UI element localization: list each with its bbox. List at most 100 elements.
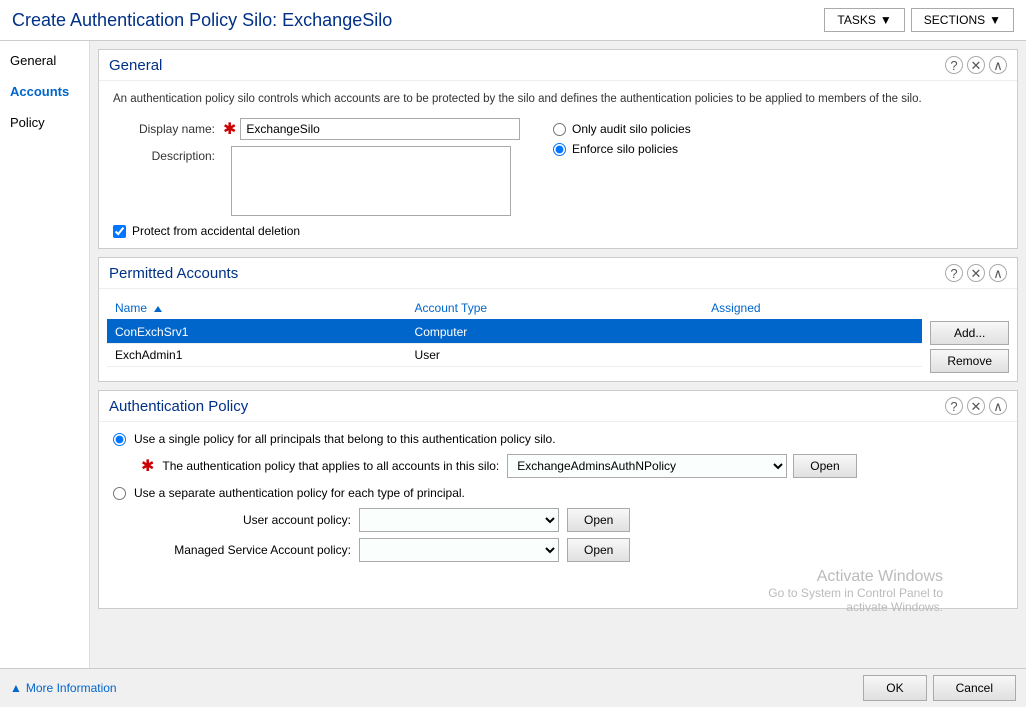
general-close-button[interactable]: ✕ [967, 56, 985, 74]
general-form-area: Display name: ✱ Description: Protect fro… [113, 118, 1003, 238]
main-content: General Accounts Policy General ? ✕ ∧ An… [0, 41, 1026, 668]
radio-enforce-row: Enforce silo policies [553, 142, 1003, 156]
general-right-col: Only audit silo policies Enforce silo po… [533, 118, 1003, 156]
accounts-help-button[interactable]: ? [945, 264, 963, 282]
auth-collapse-button[interactable]: ∧ [989, 397, 1007, 415]
accounts-table-wrap: Name Account Type Assigned [107, 297, 922, 373]
required-star-display: ✱ [223, 119, 236, 139]
auth-star: ✱ [141, 456, 154, 476]
auth-policy-title: Authentication Policy [109, 398, 248, 415]
tasks-dropdown-icon: ▼ [880, 13, 892, 27]
radio-enforce[interactable] [553, 143, 566, 156]
watermark-body: Go to System in Control Panel toactivate… [768, 586, 943, 614]
add-account-button[interactable]: Add... [930, 321, 1009, 345]
more-info-link[interactable]: ▲ More Information [10, 681, 117, 695]
auth-policy-controls: ? ✕ ∧ [945, 397, 1007, 415]
cancel-button[interactable]: Cancel [933, 675, 1016, 701]
user-policy-dropdown[interactable] [359, 508, 559, 532]
radio-audit-row: Only audit silo policies [553, 122, 1003, 136]
sidebar: General Accounts Policy [0, 41, 90, 668]
user-policy-label: User account policy: [141, 513, 351, 527]
accounts-table: Name Account Type Assigned [107, 297, 922, 367]
title-bar: Create Authentication Policy Silo: Excha… [0, 0, 1026, 41]
general-info-text: An authentication policy silo controls w… [113, 91, 1003, 108]
auth-policy-dropdown[interactable]: ExchangeAdminsAuthNPolicy [507, 454, 787, 478]
display-name-row: Display name: ✱ [113, 118, 533, 140]
general-section: General ? ✕ ∧ An authentication policy s… [98, 49, 1018, 249]
general-collapse-button[interactable]: ∧ [989, 56, 1007, 74]
accounts-collapse-button[interactable]: ∧ [989, 264, 1007, 282]
radio-audit-label: Only audit silo policies [572, 122, 691, 136]
accounts-action-buttons: Add... Remove [930, 297, 1009, 373]
permitted-accounts-section: Permitted Accounts ? ✕ ∧ Name [98, 257, 1018, 382]
policy-radio-group: Only audit silo policies Enforce silo po… [553, 122, 1003, 156]
watermark: Activate Windows Go to System in Control… [768, 568, 943, 614]
watermark-title: Activate Windows [768, 568, 943, 586]
managed-policy-label: Managed Service Account policy: [141, 543, 351, 557]
auth-help-button[interactable]: ? [945, 397, 963, 415]
managed-policy-dropdown[interactable] [359, 538, 559, 562]
sidebar-item-accounts[interactable]: Accounts [0, 76, 89, 107]
permitted-accounts-title: Permitted Accounts [109, 265, 238, 282]
auth-policy-dropdown-row: ✱ The authentication policy that applies… [141, 454, 1003, 478]
user-policy-open-button[interactable]: Open [567, 508, 630, 532]
table-row[interactable]: ConExchSrv1 Computer [107, 320, 922, 344]
single-policy-row: Use a single policy for all principals t… [113, 432, 1003, 446]
col-assigned[interactable]: Assigned [703, 297, 922, 320]
user-policy-row: User account policy: Open [141, 508, 1003, 532]
auth-policy-header: Authentication Policy ? ✕ ∧ [99, 391, 1017, 422]
protect-label: Protect from accidental deletion [132, 224, 300, 238]
sidebar-item-policy[interactable]: Policy [0, 107, 89, 138]
separate-policy-row: Use a separate authentication policy for… [113, 486, 1003, 500]
accounts-close-button[interactable]: ✕ [967, 264, 985, 282]
general-left-col: Display name: ✱ Description: Protect fro… [113, 118, 533, 238]
row-assigned [703, 344, 922, 367]
auth-policy-applies-label: The authentication policy that applies t… [162, 459, 499, 473]
managed-policy-open-button[interactable]: Open [567, 538, 630, 562]
auth-dropdown-wrap: ExchangeAdminsAuthNPolicy Open [507, 454, 856, 478]
bottom-buttons: OK Cancel [863, 675, 1016, 701]
ok-button[interactable]: OK [863, 675, 926, 701]
sections-button[interactable]: SECTIONS ▼ [911, 8, 1014, 32]
sidebar-item-general[interactable]: General [0, 45, 89, 76]
row-account-type: Computer [407, 320, 704, 344]
more-info-icon: ▲ [10, 681, 22, 695]
remove-account-button[interactable]: Remove [930, 349, 1009, 373]
general-section-title: General [109, 57, 162, 74]
separate-policy-label: Use a separate authentication policy for… [134, 486, 465, 500]
description-input[interactable] [231, 146, 511, 216]
tasks-button[interactable]: TASKS ▼ [824, 8, 904, 32]
row-account-type: User [407, 344, 704, 367]
display-name-label: Display name: [113, 122, 223, 136]
col-account-type[interactable]: Account Type [407, 297, 704, 320]
accounts-body: Name Account Type Assigned [99, 289, 1017, 381]
title-bar-buttons: TASKS ▼ SECTIONS ▼ [824, 8, 1014, 32]
auth-body: Use a single policy for all principals t… [99, 422, 1017, 608]
col-name[interactable]: Name [107, 297, 407, 320]
general-section-controls: ? ✕ ∧ [945, 56, 1007, 74]
sort-arrow-name [154, 306, 162, 312]
radio-separate-policy[interactable] [113, 487, 126, 500]
more-info-label: More Information [26, 681, 117, 695]
description-label: Description: [113, 146, 223, 163]
radio-single-policy[interactable] [113, 433, 126, 446]
radio-enforce-label: Enforce silo policies [572, 142, 678, 156]
managed-policy-row: Managed Service Account policy: Open [141, 538, 1003, 562]
display-name-input[interactable] [240, 118, 520, 140]
permitted-accounts-controls: ? ✕ ∧ [945, 264, 1007, 282]
bottom-bar: ▲ More Information OK Cancel [0, 668, 1026, 707]
window-title: Create Authentication Policy Silo: Excha… [12, 10, 392, 31]
auth-open-button[interactable]: Open [793, 454, 856, 478]
general-section-header: General ? ✕ ∧ [99, 50, 1017, 81]
table-row[interactable]: ExchAdmin1 User [107, 344, 922, 367]
content-area[interactable]: General ? ✕ ∧ An authentication policy s… [90, 41, 1026, 668]
radio-audit[interactable] [553, 123, 566, 136]
auth-close-button[interactable]: ✕ [967, 397, 985, 415]
single-policy-label: Use a single policy for all principals t… [134, 432, 556, 446]
protect-checkbox-row: Protect from accidental deletion [113, 224, 533, 238]
protect-checkbox[interactable] [113, 225, 126, 238]
sections-dropdown-icon: ▼ [989, 13, 1001, 27]
general-help-button[interactable]: ? [945, 56, 963, 74]
row-name: ExchAdmin1 [107, 344, 407, 367]
auth-policy-section: Authentication Policy ? ✕ ∧ Use a single… [98, 390, 1018, 609]
